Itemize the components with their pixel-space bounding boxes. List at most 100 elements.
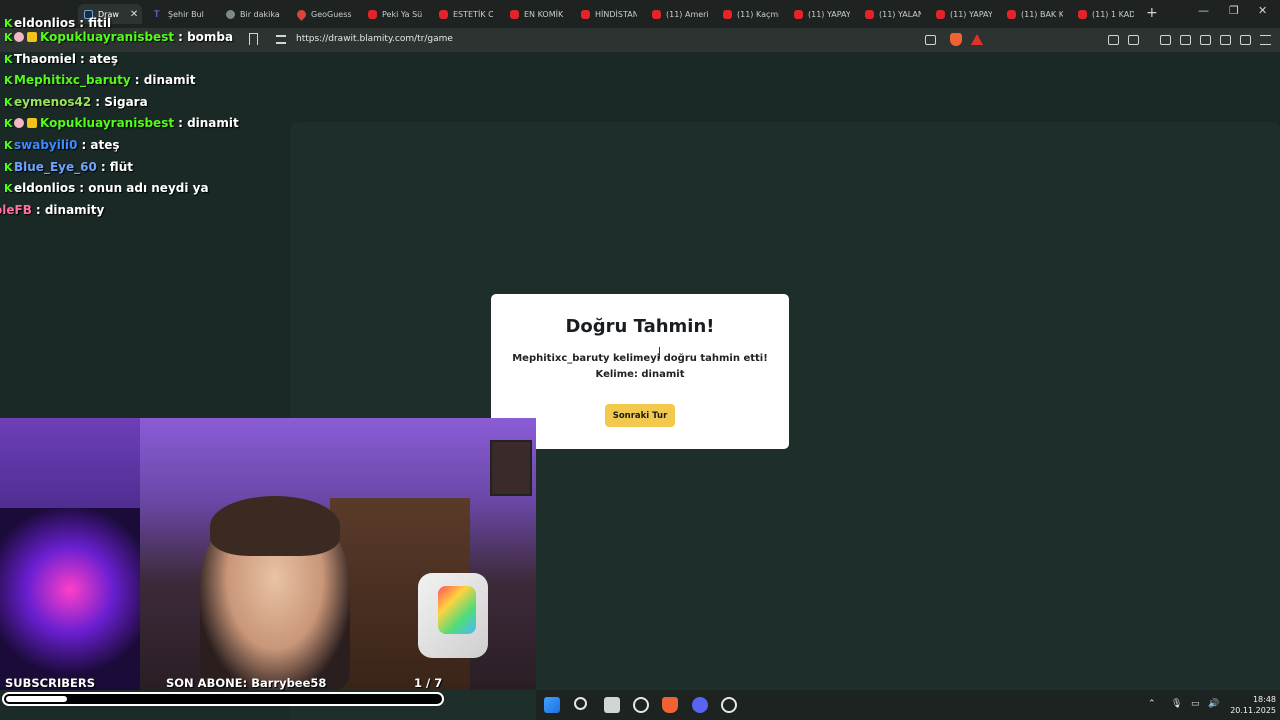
tab-label: (11) YALAN [879,9,921,19]
chat-username: Mephitixc_baruty [14,73,131,87]
tab-yt-1[interactable]: Peki Ya Sü [368,4,422,24]
brave-rewards-icon[interactable] [971,34,983,45]
share-icon[interactable] [925,35,936,45]
tab-yt-11[interactable]: (11) 1 KAD [1078,4,1134,24]
wallet-icon[interactable] [1200,35,1211,45]
maximize-button[interactable]: ❐ [1229,4,1239,17]
kick-icon: K [4,138,13,152]
chat-username: oleFB [0,203,32,217]
menu-icon[interactable] [1260,35,1271,45]
close-icon[interactable]: ✕ [130,9,138,20]
tab-label: (11) BAK K [1021,9,1063,19]
chat-text: bomba [187,30,234,44]
new-tab-button[interactable]: + [1146,5,1158,21]
tab-label: ESTETİK Cİ [453,9,493,19]
leo-ai-icon[interactable] [1220,35,1231,45]
kick-icon: K [4,30,13,44]
chat-message: K Kopukluayranisbest : dinamit [0,114,239,132]
tab-yt-3[interactable]: EN KOMİK [510,4,564,24]
close-window-button[interactable]: ✕ [1258,4,1267,17]
kick-icon: K [4,160,13,174]
minimize-button[interactable]: — [1198,4,1209,17]
tab-bir-dakika[interactable]: Bir dakika [226,4,282,24]
discord-icon[interactable] [692,697,708,713]
chevron-up-icon[interactable]: ⌃ [1148,699,1156,709]
map-pin-icon [297,7,308,21]
screenshot-icon[interactable] [1128,35,1139,45]
tab-geoguess[interactable]: GeoGuess [297,4,353,24]
clock-time: 18:48 [1252,695,1276,704]
last-subscriber: SON ABONE: Barrybee58 [166,676,327,690]
tab-yt-6[interactable]: (11) Kaçmı [723,4,779,24]
kick-icon: K [4,95,13,109]
vpn-icon[interactable] [1240,35,1251,45]
youtube-icon [1078,9,1087,19]
chat-text: ateş [88,52,119,66]
chat-username: swabyili0 [14,138,78,152]
tab-yt-10[interactable]: (11) BAK K [1007,4,1063,24]
tab-yt-5[interactable]: (11) Ameri [652,4,708,24]
tab-label: (11) Ameri [666,9,708,19]
clock[interactable]: 18:48 20.11.2025 [1224,694,1276,716]
globe-icon [226,9,235,19]
task-view-icon[interactable] [604,697,620,713]
tab-label: HİNDİSTAN [595,9,637,19]
tab-yt-9[interactable]: (11) YAPAY [936,4,992,24]
tab-label: Bir dakika [240,9,280,19]
chat-text-sep: : [178,30,188,44]
kick-icon: K [4,181,13,195]
display-icon[interactable]: ▭ [1191,699,1200,709]
sub-goal-progress-fill [6,696,67,702]
chat-message: K Mephitixc_baruty : dinamit [0,71,195,89]
url-field[interactable]: https://drawit.blamity.com/tr/game [296,34,453,44]
youtube-icon [652,9,661,19]
youtube-icon [581,9,590,19]
clock-date: 20.11.2025 [1230,706,1276,715]
sub-goal-progress [2,692,444,706]
tab-yt-7[interactable]: (11) YAPAY [794,4,850,24]
brave-shields-icon[interactable] [950,33,962,46]
tab-yt-8[interactable]: (11) YALAN [865,4,921,24]
taskbar: ⌃ 🎙 ▭ 🔊 18:48 20.11.2025 [536,690,1280,720]
tab-label: (11) 1 KAD [1092,9,1134,19]
volume-icon[interactable]: 🔊 [1208,699,1219,709]
chat-message: K eldonlios : onun adı neydi ya [0,179,209,197]
chatgpt-icon[interactable] [633,697,649,713]
modal-title: Doğru Tahmin! [565,316,715,337]
streamer-hair [210,496,340,556]
windows-start-icon[interactable] [544,697,560,713]
youtube-icon [439,9,448,19]
browser-tab-strip: Draw ✕ T Şehir Bul Bir dakika GeoGuess P… [0,0,1280,28]
sidebar-icon[interactable] [1180,35,1191,45]
tab-label: GeoGuess [311,9,352,19]
tab-label: EN KOMİK [524,9,564,19]
tab-label: Şehir Bul [168,9,204,19]
youtube-icon [723,9,732,19]
app-icon[interactable] [721,697,737,713]
chat-text: dinamit [187,116,239,130]
next-round-button[interactable]: Sonraki Tur [605,404,675,427]
chat-message: oleFB : dinamity [0,201,104,219]
extensions-icon[interactable] [1108,35,1119,45]
chat-text-sep: : [178,116,188,130]
tab-sehir-bul[interactable]: T Şehir Bul [154,4,210,24]
chat-text: Sigara [104,95,148,109]
youtube-icon [794,9,803,19]
youtube-icon [865,9,874,19]
tab-label: (11) Kaçmı [737,9,779,19]
brave-icon[interactable] [662,697,678,713]
webcam-overlay [0,418,536,690]
microphone-icon[interactable]: 🎙 [1171,699,1182,709]
search-icon[interactable] [574,697,587,710]
media-icon[interactable] [1160,35,1171,45]
wall-picture [490,440,532,496]
text-cursor [659,347,660,359]
chat-text: dinamity [44,203,105,217]
tab-yt-4[interactable]: HİNDİSTAN [581,4,637,24]
tab-yt-2[interactable]: ESTETİK Cİ [439,4,493,24]
chat-username: Kopukluayranisbest [40,116,175,130]
chat-username: Thaomiel [14,52,76,66]
chat-text-sep: : [95,95,105,109]
subscribers-label: SUBSCRIBERS [5,676,96,690]
kick-icon: K [4,116,13,130]
